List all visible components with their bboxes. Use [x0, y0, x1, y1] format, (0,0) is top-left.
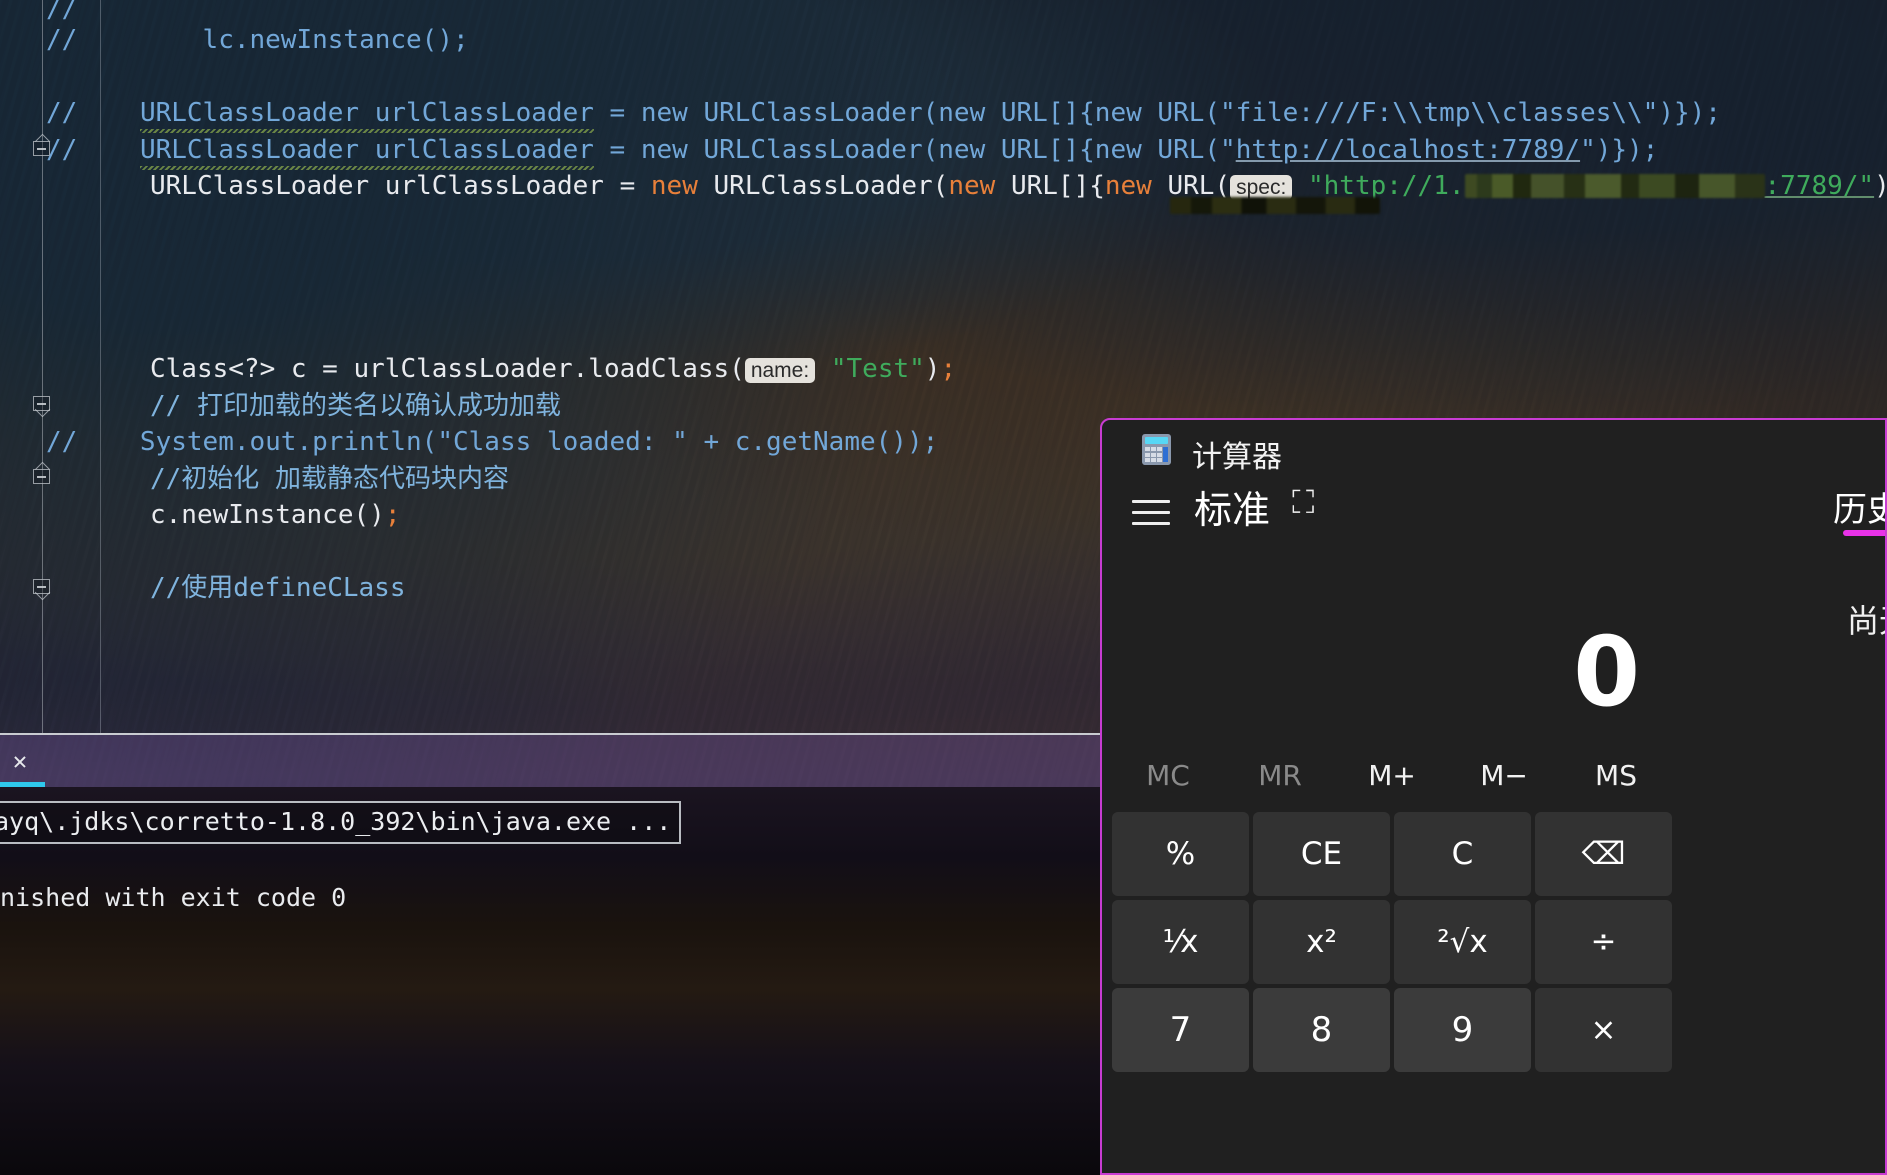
memory-add-button[interactable]: M+ [1336, 759, 1448, 792]
keep-on-top-icon[interactable]: ⛶ [1292, 486, 1322, 518]
code-line: // URLClassLoader urlClassLoader = new U… [46, 98, 1721, 128]
calculator-window[interactable]: 计算器 标准 ⛶ 历史记 尚无历 0 MC MR M+ M− MS % CE C… [1100, 418, 1887, 1175]
console-command-text: ayq\.jdks\corretto-1.8.0_392\bin\java.ex… [0, 807, 672, 836]
run-tool-window: ✕ ayq\.jdks\corretto-1.8.0_392\bin\java.… [0, 733, 1100, 1175]
square-root-key[interactable]: ²√x [1394, 900, 1531, 984]
memory-store-button[interactable]: MS [1560, 759, 1672, 792]
close-icon[interactable]: ✕ [9, 749, 31, 773]
run-panel-toolbar: ✕ [0, 735, 1100, 789]
hamburger-menu-icon[interactable] [1132, 500, 1170, 526]
digit-8-key[interactable]: 8 [1253, 988, 1390, 1072]
backspace-key[interactable]: ⌫ [1535, 812, 1672, 896]
memory-button-row: MC MR M+ M− MS [1112, 750, 1672, 800]
calculator-display: 0 [1102, 570, 1662, 720]
calculator-icon [1142, 434, 1171, 465]
code-line-comment-cn: // 打印加载的类名以确认成功加载 [150, 391, 561, 421]
calculator-titlebar[interactable]: 计算器 [1102, 420, 1885, 476]
history-empty-label: 尚无历 [1846, 602, 1885, 640]
history-tab[interactable]: 历史记 [1833, 482, 1885, 531]
clear-key[interactable]: C [1394, 812, 1531, 896]
code-line: // URLClassLoader urlClassLoader = new U… [46, 135, 1659, 165]
calculator-window-title: 计算器 [1192, 440, 1282, 475]
redacted-ip-block-lower [1170, 186, 1380, 223]
code-line: // lc.newInstance(); [46, 25, 469, 55]
memory-recall-button[interactable]: MR [1224, 759, 1336, 792]
console-output-area[interactable]: ayq\.jdks\corretto-1.8.0_392\bin\java.ex… [0, 787, 1100, 1175]
code-line: // System.out.println("Class loaded: " +… [46, 427, 939, 457]
code-line-active: URLClassLoader urlClassLoader = new URLC… [150, 171, 1887, 201]
reciprocal-key[interactable]: ¹⁄x [1112, 900, 1249, 984]
history-tab-indicator [1843, 530, 1885, 536]
code-line-active: c.newInstance(); [150, 500, 401, 530]
multiply-key[interactable]: × [1535, 988, 1672, 1072]
square-key[interactable]: x² [1253, 900, 1390, 984]
calculator-keypad: % CE C ⌫ ¹⁄x x² ²√x ÷ 7 8 9 × [1112, 812, 1672, 1072]
divide-key[interactable]: ÷ [1535, 900, 1672, 984]
parameter-hint-name: name: [744, 358, 816, 383]
memory-subtract-button[interactable]: M− [1448, 759, 1560, 792]
memory-clear-button[interactable]: MC [1112, 759, 1224, 792]
percent-key[interactable]: % [1112, 812, 1249, 896]
calculator-mode-label: 标准 [1194, 488, 1271, 532]
display-value: 0 [1573, 616, 1640, 728]
digit-7-key[interactable]: 7 [1112, 988, 1249, 1072]
code-line-comment-cn: //初始化 加载静态代码块内容 [150, 464, 509, 494]
console-exit-line: nished with exit code 0 [0, 883, 347, 912]
calculator-nav-row: 标准 ⛶ 历史记 [1102, 476, 1885, 550]
clear-entry-key[interactable]: CE [1253, 812, 1390, 896]
digit-9-key[interactable]: 9 [1394, 988, 1531, 1072]
console-command-line: ayq\.jdks\corretto-1.8.0_392\bin\java.ex… [0, 801, 682, 844]
code-line-active: Class<?> c = urlClassLoader.loadClass(na… [150, 354, 957, 384]
code-line-comment-cn: //使用defineCLass [150, 573, 406, 603]
redacted-ip-block [1464, 174, 1765, 198]
